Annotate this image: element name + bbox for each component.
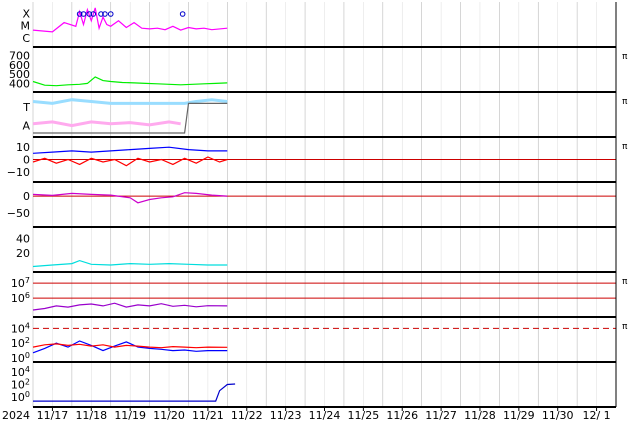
x-tick-label: 11/28 [464,409,496,422]
y-tick-label: 107 [11,276,30,290]
side-marker: π [622,97,628,107]
x-tick-label: 11/17 [37,409,69,422]
side-marker: π [622,322,628,332]
x-tick-label: 11/29 [503,409,535,422]
side-marker: π [622,52,628,62]
panel-xray-class: XMC [21,7,228,45]
y-tick-label: 400 [9,77,30,90]
event-marker [179,11,186,17]
y-tick-label: A [22,120,30,133]
x-tick-label: 11/26 [386,409,418,422]
y-tick-label: 0 [23,190,30,203]
panel-dst: 0−50 [7,190,616,220]
y-tick-label: 0 [23,154,30,167]
x-tick-label: 12/ 1 [582,409,610,422]
x-axis: 2024 11/17 11/18 11/19 11/20 11/21 11/22 11/23 1… [2,407,611,422]
x-tick-label: 11/21 [192,409,224,422]
x-tick-label: 11/27 [425,409,457,422]
y-tick-label: 10 [16,141,30,154]
y-tick-label: −10 [7,166,30,179]
panel-imf: 100−10 π [7,141,628,179]
side-marker: π [622,277,628,287]
chart-svg: XMC700600500400πTAπ100−10π0−504020107106… [2,2,628,422]
x-tick-label: 11/19 [114,409,146,422]
x-tick-label: 11/18 [75,409,107,422]
x-tick-label: 11/22 [231,409,263,422]
panel-kp: 4020 [16,232,228,268]
y-tick-label: 106 [11,291,30,305]
y-tick-label: 40 [16,232,30,245]
series-line-away [32,120,181,128]
y-tick-label: 100 [11,351,30,365]
y-tick-label: X [22,7,30,20]
panel-mag-sector: TAπ [22,97,628,134]
x-tick-label: 11/23 [270,409,302,422]
x-tick-label: 11/30 [542,409,574,422]
x-tick-label: 11/20 [153,409,185,422]
y-tick-label: 102 [11,336,30,350]
y-tick-label: 104 [11,321,30,335]
y-tick-label: C [22,32,30,45]
panel-electron-flux: 107106 π [11,276,628,311]
y-tick-label: 20 [16,247,30,260]
y-tick-label: T [22,101,30,114]
x-tick-label: 11/24 [309,409,341,422]
x-axis-year: 2024 [2,409,30,422]
y-tick-label: 100 [11,390,30,404]
side-marker: π [622,142,628,152]
y-tick-label: −50 [7,207,30,220]
panel-solar-wind-speed: 700600500400π [9,50,628,91]
x-tick-label: 11/25 [348,409,380,422]
panel-neutron: 104102100 [11,365,236,404]
panel-proton-flux: 104102100 π [11,321,628,365]
space-weather-stack-chart: X M C 700 600 500 400 π T Aπ 10 0 −10 π 0 −50 40 20 107 106… [0,0,634,424]
series-line-0 [33,383,236,402]
y-tick-label: M [21,20,31,33]
